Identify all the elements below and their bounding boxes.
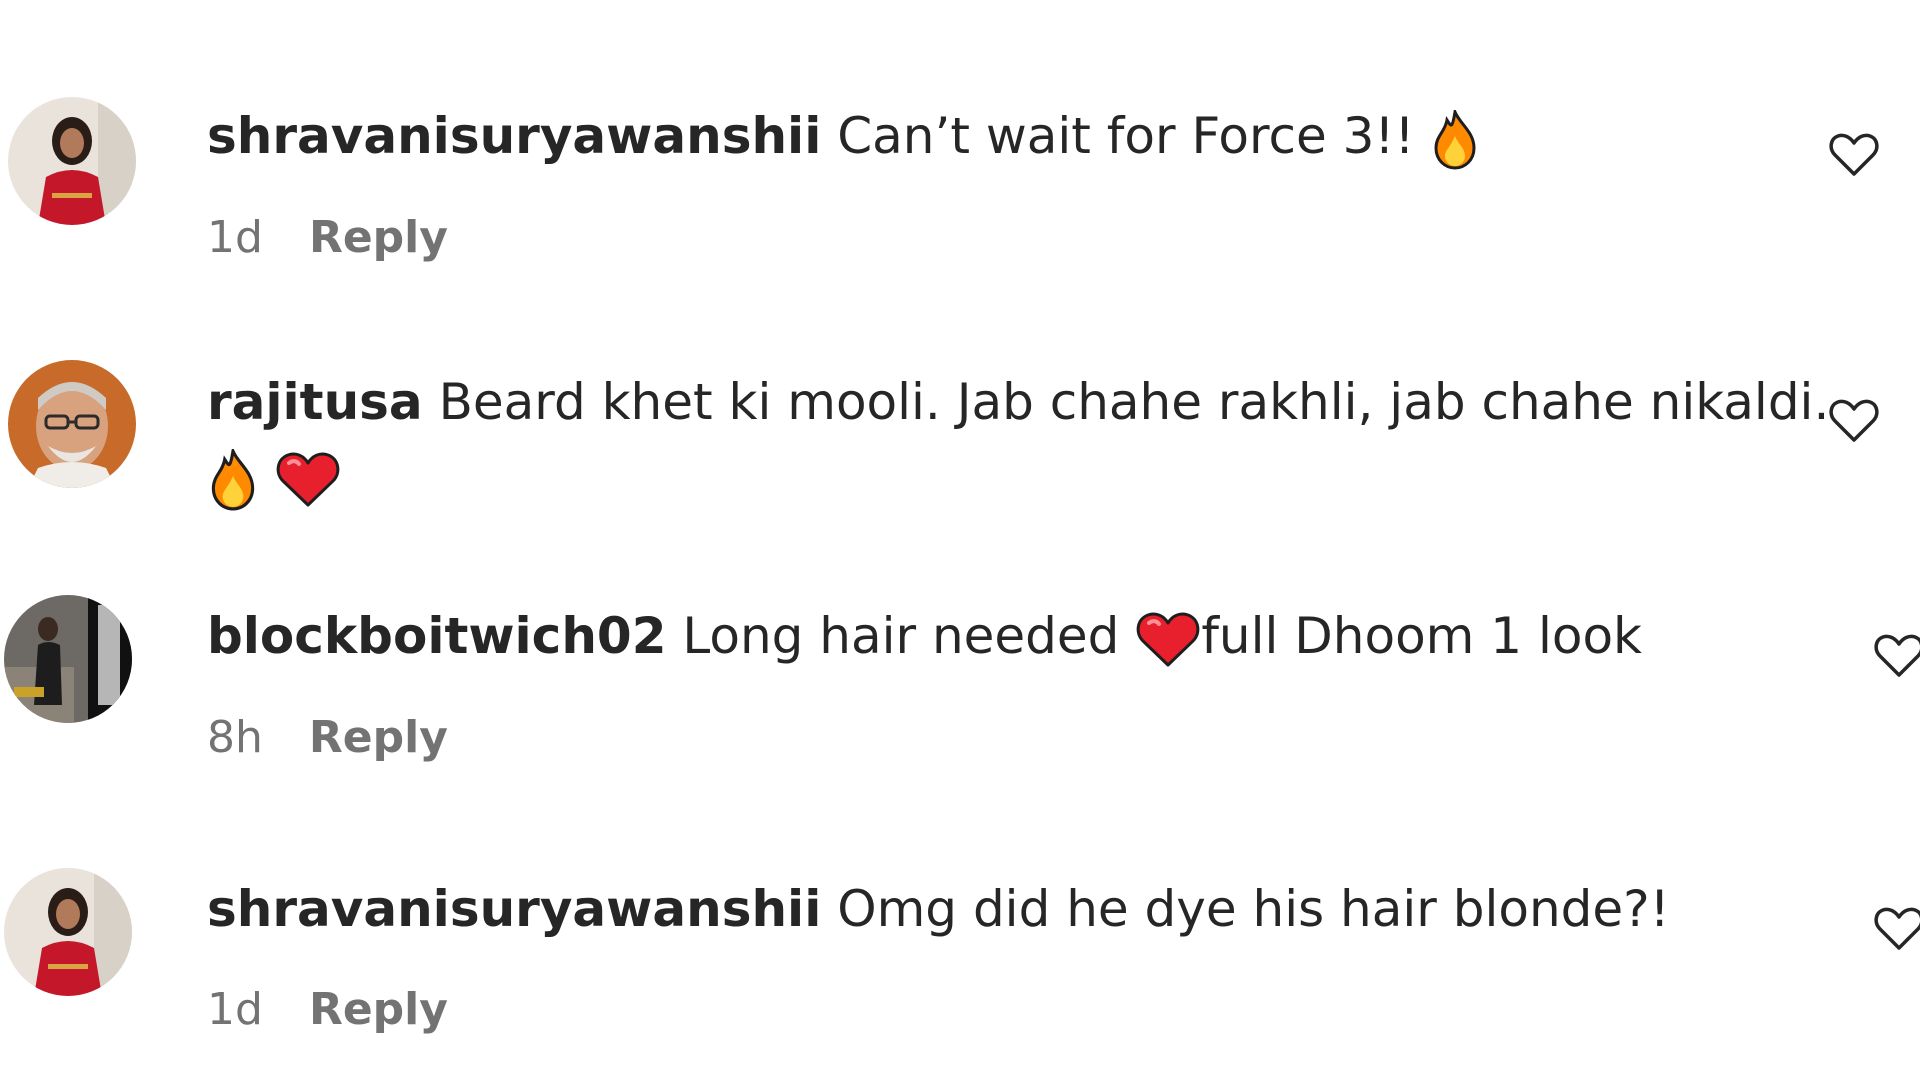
comment-meta: 1d Reply (207, 210, 448, 266)
username[interactable]: shravanisuryawanshii (207, 107, 821, 165)
comment-body-continued: full Dhoom 1 look (1201, 607, 1643, 665)
reply-button[interactable]: Reply (309, 984, 448, 1035)
comment-text: rajitusa Beard khet ki mooli. Jab chahe … (207, 366, 1829, 438)
avatar[interactable] (4, 595, 132, 723)
heart-outline-icon (1829, 133, 1879, 176)
comment-text: shravanisuryawanshii Omg did he dye his … (207, 873, 1670, 945)
username[interactable]: rajitusa (207, 373, 423, 431)
heart-emoji (1135, 611, 1201, 669)
avatar[interactable] (8, 360, 136, 488)
comment-time: 1d (207, 984, 263, 1035)
comments-list: shravanisuryawanshii Can’t wait for Forc… (0, 0, 1920, 1080)
heart-outline-icon (1874, 634, 1920, 677)
heart-outline-icon (1874, 907, 1920, 950)
like-button[interactable] (1829, 132, 1879, 178)
comment-meta: 8h Reply (207, 710, 448, 766)
reply-button[interactable]: Reply (309, 712, 448, 763)
like-button[interactable] (1874, 906, 1920, 952)
comment-text: blockboitwich02 Long hair needed full Dh… (207, 600, 1642, 672)
fire-emoji (207, 448, 259, 511)
reply-button[interactable]: Reply (309, 212, 448, 263)
comment-time: 8h (207, 712, 263, 763)
comment-time: 1d (207, 212, 263, 263)
fire-emoji (1430, 109, 1480, 170)
comment-body: Omg did he dye his hair blonde?! (837, 880, 1670, 938)
comment-body: Long hair needed (682, 607, 1120, 665)
comment-meta: 1d Reply (207, 982, 448, 1038)
username[interactable]: blockboitwich02 (207, 607, 667, 665)
avatar[interactable] (4, 868, 132, 996)
comment-body: Beard khet ki mooli. Jab chahe rakhli, j… (438, 373, 1830, 431)
like-button[interactable] (1874, 633, 1920, 679)
heart-outline-icon (1829, 399, 1879, 442)
comment-emoji-line (207, 440, 341, 512)
avatar[interactable] (8, 97, 136, 225)
username[interactable]: shravanisuryawanshii (207, 880, 821, 938)
like-button[interactable] (1829, 398, 1879, 444)
comment-body: Can’t wait for Force 3!! (837, 107, 1415, 165)
heart-emoji (275, 451, 341, 509)
comment-text: shravanisuryawanshii Can’t wait for Forc… (207, 100, 1480, 172)
